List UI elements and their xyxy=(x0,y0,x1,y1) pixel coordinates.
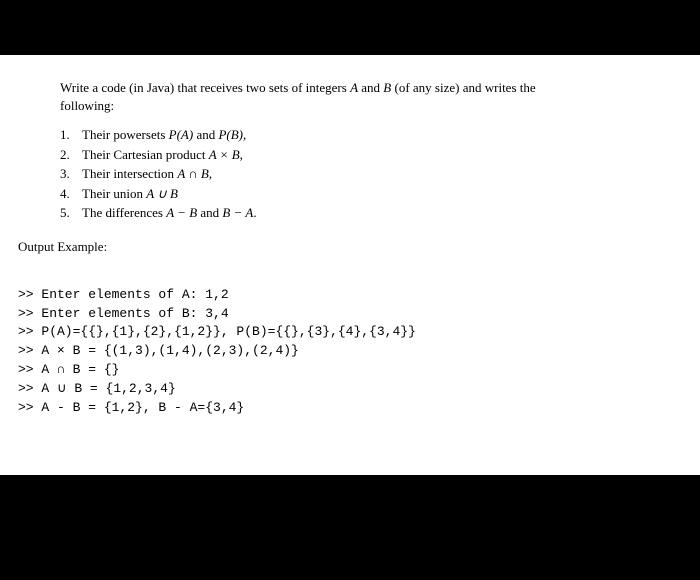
output-line: >> P(A)={{},{1},{2},{1,2}}, P(B)={{},{3}… xyxy=(18,324,416,339)
output-line: >> Enter elements of B: 3,4 xyxy=(18,306,229,321)
list-item: 2. Their Cartesian product A × B, xyxy=(60,145,682,165)
item-content: Their intersection A ∩ B, xyxy=(82,164,212,184)
output-line: >> A - B = {1,2}, B - A={3,4} xyxy=(18,400,244,415)
item-content: The differences A − B and B − A. xyxy=(82,203,257,223)
output-line: >> A × B = {(1,3),(1,4),(2,3),(2,4)} xyxy=(18,343,299,358)
intro-text-4: following: xyxy=(60,98,114,113)
intro-text-2: and xyxy=(358,80,383,95)
output-title: Output Example: xyxy=(18,239,682,255)
item-number: 2. xyxy=(60,145,82,165)
output-line: >> A ∪ B = {1,2,3,4} xyxy=(18,381,176,396)
output-line: >> Enter elements of A: 1,2 xyxy=(18,287,229,302)
list-item: 3. Their intersection A ∩ B, xyxy=(60,164,682,184)
item-content: Their Cartesian product A × B, xyxy=(82,145,243,165)
item-content: Their powersets P(A) and P(B), xyxy=(82,125,246,145)
item-number: 3. xyxy=(60,164,82,184)
item-number: 5. xyxy=(60,203,82,223)
document-page: Write a code (in Java) that receives two… xyxy=(0,55,700,475)
list-item: 4. Their union A ∪ B xyxy=(60,184,682,204)
output-block: >> Enter elements of A: 1,2 >> Enter ele… xyxy=(18,267,682,418)
item-number: 4. xyxy=(60,184,82,204)
intro-text-1: Write a code (in Java) that receives two… xyxy=(60,80,350,95)
output-line: >> A ∩ B = {} xyxy=(18,362,119,377)
var-A: A xyxy=(350,80,358,95)
task-list: 1. Their powersets P(A) and P(B), 2. The… xyxy=(60,125,682,223)
list-item: 1. Their powersets P(A) and P(B), xyxy=(60,125,682,145)
item-content: Their union A ∪ B xyxy=(82,184,178,204)
item-number: 1. xyxy=(60,125,82,145)
list-item: 5. The differences A − B and B − A. xyxy=(60,203,682,223)
intro-text-3: (of any size) and writes the xyxy=(391,80,535,95)
intro-paragraph: Write a code (in Java) that receives two… xyxy=(60,79,682,115)
